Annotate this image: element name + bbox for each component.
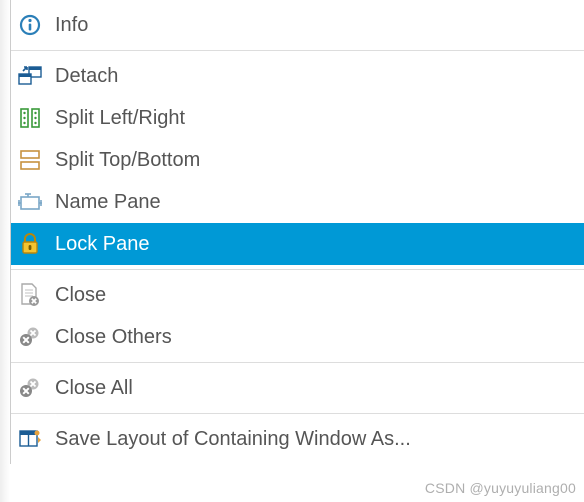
menu-item-label: Save Layout of Containing Window As... — [55, 428, 411, 451]
menu-item-label: Lock Pane — [55, 233, 150, 256]
menu-item-label: Info — [55, 14, 88, 37]
window-edge — [0, 0, 10, 502]
menu-item-label: Close All — [55, 377, 133, 400]
close-doc-icon — [17, 282, 43, 308]
menu-group: Close All — [11, 363, 584, 414]
split-lr-icon — [17, 105, 43, 131]
menu-item-label: Split Top/Bottom — [55, 149, 200, 172]
split-tb-icon — [17, 147, 43, 173]
menu-item-label: Close — [55, 284, 106, 307]
name-pane-icon — [17, 189, 43, 215]
menu-group: Detach Split Left/Right — [11, 51, 584, 270]
menu-item-close[interactable]: Close — [11, 274, 584, 316]
menu-group: Save Layout of Containing Window As... — [11, 414, 584, 464]
menu-item-save-layout[interactable]: Save Layout of Containing Window As... — [11, 418, 584, 460]
menu-item-label: Detach — [55, 65, 118, 88]
context-menu: Info Detach — [10, 0, 584, 464]
menu-group: Close Close Others — [11, 270, 584, 363]
menu-item-name-pane[interactable]: Name Pane — [11, 181, 584, 223]
menu-item-label: Name Pane — [55, 191, 161, 214]
menu-item-close-all[interactable]: Close All — [11, 367, 584, 409]
menu-item-split-top-bottom[interactable]: Split Top/Bottom — [11, 139, 584, 181]
menu-item-split-left-right[interactable]: Split Left/Right — [11, 97, 584, 139]
menu-item-detach[interactable]: Detach — [11, 55, 584, 97]
menu-group: Info — [11, 0, 584, 51]
menu-item-info[interactable]: Info — [11, 4, 584, 46]
watermark: CSDN @yuyuyuliang00 — [425, 480, 576, 496]
detach-icon — [17, 63, 43, 89]
save-layout-icon — [17, 426, 43, 452]
menu-item-lock-pane[interactable]: Lock Pane — [11, 223, 584, 265]
menu-item-close-others[interactable]: Close Others — [11, 316, 584, 358]
close-all-icon — [17, 375, 43, 401]
menu-item-label: Close Others — [55, 326, 172, 349]
menu-item-label: Split Left/Right — [55, 107, 185, 130]
lock-icon — [17, 231, 43, 257]
close-others-icon — [17, 324, 43, 350]
info-icon — [17, 12, 43, 38]
